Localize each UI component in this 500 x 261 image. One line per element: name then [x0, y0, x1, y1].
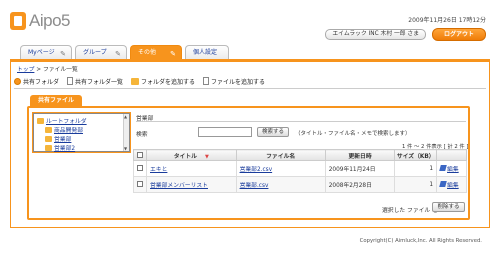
- search-label: 検索: [136, 132, 148, 138]
- add-file-text: ファイルを追加する: [211, 78, 266, 86]
- table-row: 営業部メンバーリスト 営業部.csv 2008年2月28日 1 編集: [133, 176, 467, 193]
- header-datetime: 2009年11月26日 17時12分: [408, 17, 486, 24]
- edit-label: 編集: [447, 166, 459, 173]
- document-icon: [67, 77, 74, 85]
- tree-item-sales2[interactable]: 営業部2: [45, 143, 75, 152]
- breadcrumb: トップ > ファイル一覧: [17, 64, 78, 73]
- file-add-icon: [203, 77, 210, 85]
- file-title-cell: エキと: [146, 160, 237, 177]
- select-all-checkbox[interactable]: [137, 151, 143, 158]
- shared-folder-list-text: 共有フォルダ一覧: [75, 78, 124, 86]
- tab-label: グループ: [83, 49, 107, 56]
- shared-folder-text: 共有フォルダ: [23, 78, 60, 86]
- folder-icon: [37, 117, 44, 124]
- delete-button[interactable]: 削除する: [432, 202, 465, 212]
- column-header-edit: [436, 149, 467, 161]
- tree-item-label: 営業部2: [54, 146, 76, 152]
- shared-files-tab[interactable]: 共有ファイル: [30, 95, 82, 106]
- add-folder-link[interactable]: フォルダを追加する: [131, 77, 195, 86]
- logo-text: Aipo5: [29, 11, 70, 30]
- row-checkbox[interactable]: [137, 181, 143, 188]
- breadcrumb-current: ファイル一覧: [42, 67, 78, 73]
- row-checkbox-cell[interactable]: [133, 176, 147, 193]
- column-header-size[interactable]: サイズ（KB）: [394, 149, 438, 161]
- tree-scrollbar[interactable]: [123, 114, 129, 151]
- copyright: Copyright(C) Aimluck,Inc. All Rights Res…: [359, 238, 482, 244]
- edit-cell: 編集: [436, 176, 467, 193]
- add-folder-text: フォルダを追加する: [141, 78, 196, 86]
- user-name: エイムラック INC 木村 一郎 さま: [325, 29, 426, 40]
- file-size-cell: 1: [394, 176, 438, 193]
- edit-label: 編集: [447, 182, 459, 189]
- search-button[interactable]: 検索する: [257, 127, 289, 137]
- file-title-link[interactable]: 営業部メンバーリスト: [150, 183, 208, 189]
- edit-cell: 編集: [436, 160, 467, 177]
- folder-icon: [45, 144, 52, 151]
- tab-label: Myページ: [28, 49, 55, 56]
- select-all-header[interactable]: [133, 149, 147, 161]
- tab-other[interactable]: その他 ✎: [130, 45, 182, 60]
- add-file-link[interactable]: ファイルを追加する: [203, 77, 265, 86]
- column-header-label: タイトル: [173, 153, 197, 160]
- divider: [136, 121, 466, 122]
- file-name-cell: 営業部.csv: [235, 176, 326, 193]
- file-name-cell: 営業部2.csv: [235, 160, 326, 177]
- tree-item-root[interactable]: ルートフォルダ: [37, 116, 87, 125]
- file-table: タイトル ▼ ファイル名 更新日時 サイズ（KB） エキと 営業部2.csv 20…: [133, 149, 467, 193]
- logout-button[interactable]: ログアウト: [432, 28, 486, 41]
- tab-label: その他: [138, 49, 157, 56]
- tree-item-sales[interactable]: 営業部: [45, 134, 71, 143]
- logo: Aipo5: [10, 8, 70, 34]
- folder-icon: [45, 135, 52, 142]
- search-input[interactable]: [198, 127, 252, 137]
- file-updated-cell: 2008年2月28日: [324, 176, 396, 193]
- tab-group[interactable]: グループ ✎: [75, 45, 127, 59]
- logo-icon: [10, 12, 26, 30]
- file-size-cell: 1: [394, 160, 438, 177]
- pencil-icon: [439, 165, 447, 172]
- row-checkbox-cell[interactable]: [133, 160, 147, 177]
- file-title-link[interactable]: エキと: [150, 167, 167, 173]
- sort-desc-icon: ▼: [204, 153, 209, 160]
- table-header-row: タイトル ▼ ファイル名 更新日時 サイズ（KB）: [133, 149, 467, 161]
- toolbar: 共有フォルダ 共有フォルダ一覧 フォルダを追加する ファイルを追加する: [14, 74, 486, 89]
- tab-personal-settings[interactable]: 個人設定: [185, 45, 229, 59]
- file-name-link[interactable]: 営業部2.csv: [240, 167, 273, 173]
- row-checkbox[interactable]: [137, 165, 143, 172]
- edit-link[interactable]: 編集: [439, 180, 459, 189]
- selected-files-label: 選択した ファイル を: [382, 208, 438, 214]
- tree-item-label: ルートフォルダ: [46, 119, 87, 125]
- file-title-cell: 営業部メンバーリスト: [146, 176, 237, 193]
- tree-item-product-dev[interactable]: 商品開発部: [45, 125, 83, 134]
- breadcrumb-top-link[interactable]: トップ: [17, 67, 34, 73]
- file-updated-cell: 2009年11月24日: [324, 160, 396, 177]
- shared-folder-list-link[interactable]: 共有フォルダ一覧: [67, 77, 123, 86]
- file-name-link[interactable]: 営業部.csv: [240, 183, 269, 189]
- breadcrumb-separator: >: [34, 67, 43, 73]
- folder-icon: [45, 126, 52, 133]
- column-header-filename[interactable]: ファイル名: [235, 149, 326, 161]
- folder-add-icon: [131, 77, 140, 85]
- table-row: エキと 営業部2.csv 2009年11月24日 1 編集: [133, 160, 467, 177]
- tree-item-label: 営業部: [54, 137, 72, 143]
- tab-label: 個人設定: [193, 49, 218, 56]
- shared-folder-label: 共有フォルダ: [14, 77, 59, 86]
- column-header-updated[interactable]: 更新日時: [324, 149, 396, 161]
- tree-item-label: 商品開発部: [54, 128, 83, 134]
- tab-mypage[interactable]: Myページ ✎: [20, 45, 72, 59]
- folder-tree[interactable]: ルートフォルダ 商品開発部 営業部 営業部2: [32, 112, 131, 153]
- search-hint: （タイトル・ファイル名・メモで検索します）: [295, 131, 411, 137]
- edit-link[interactable]: 編集: [439, 164, 459, 173]
- pencil-icon: [439, 181, 447, 188]
- radio-icon: [14, 77, 21, 85]
- column-header-title[interactable]: タイトル ▼: [146, 149, 237, 161]
